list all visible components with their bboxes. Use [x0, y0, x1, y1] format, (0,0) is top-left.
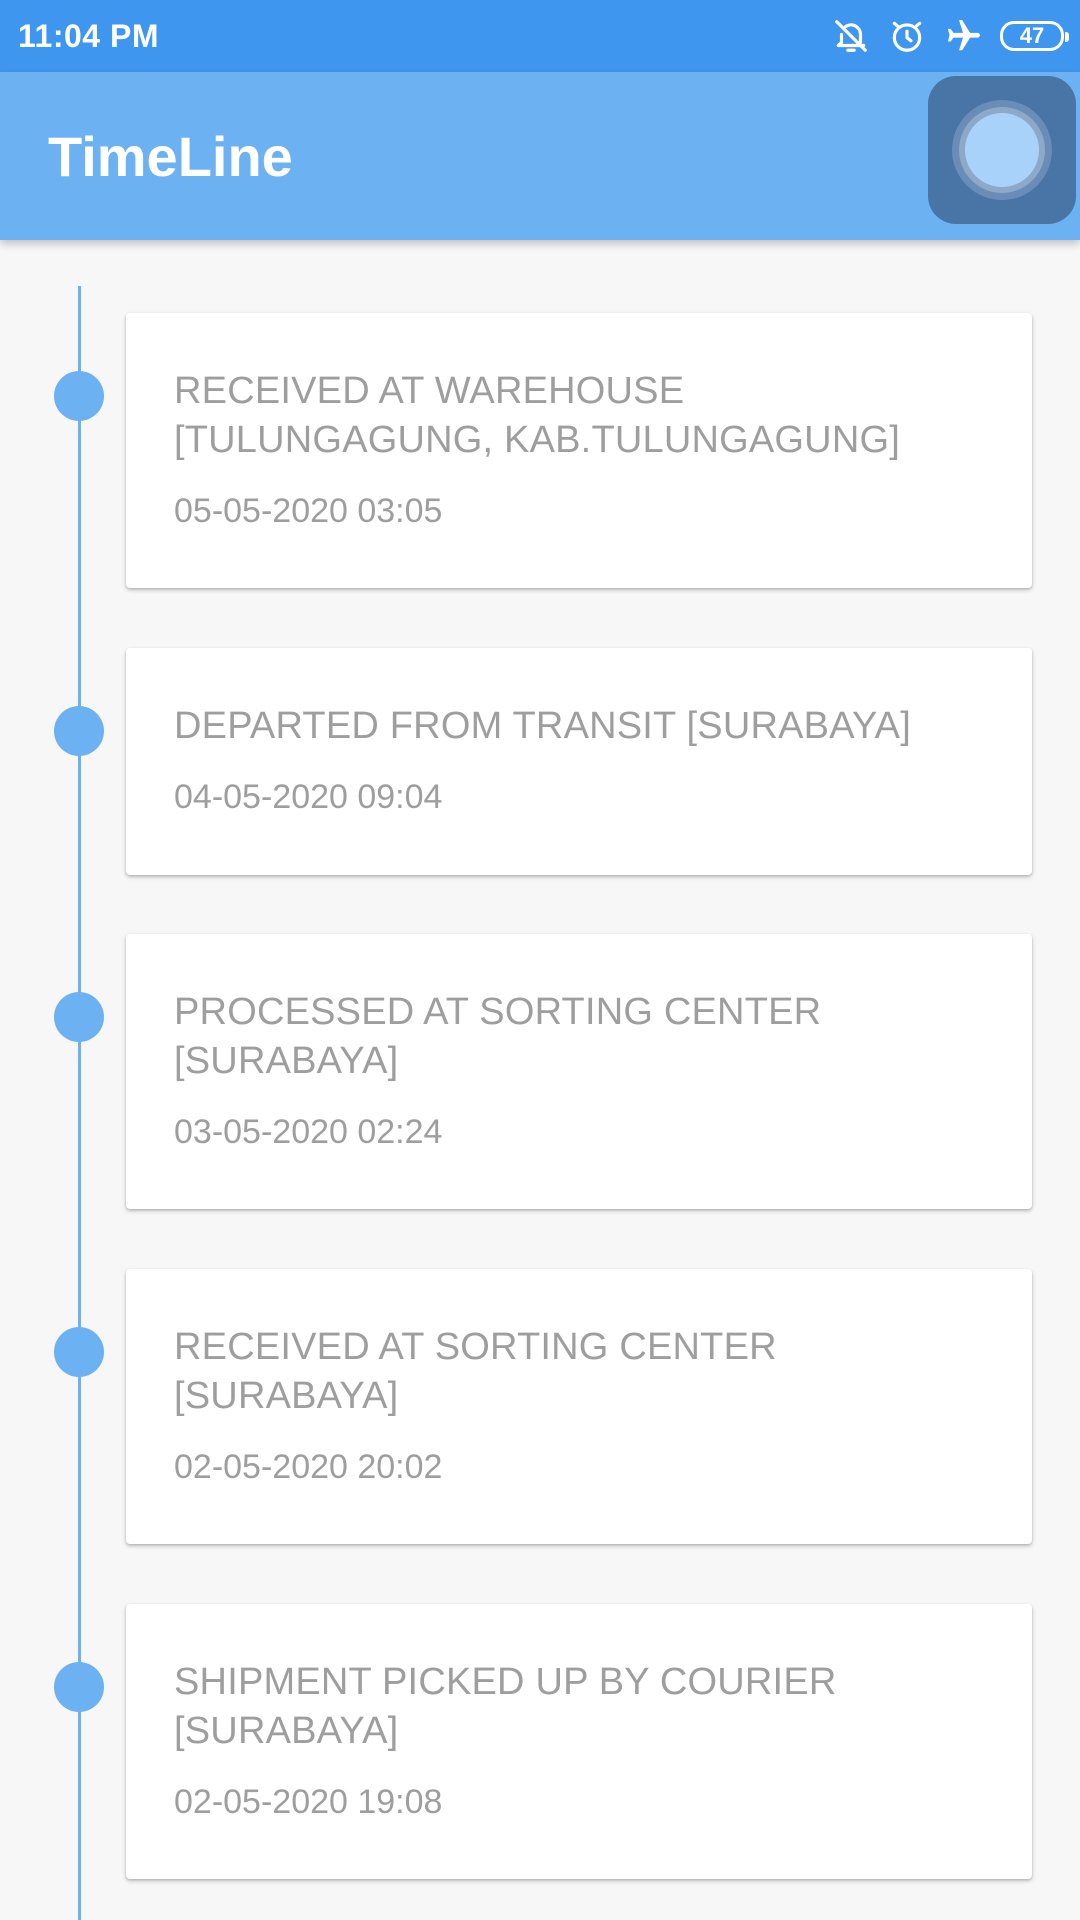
event-title: DEPARTED FROM TRANSIT [SURABAYA]: [174, 705, 911, 747]
app-bar: TimeLine: [0, 72, 1080, 240]
event-title: SHIPMENT PICKED UP BY COURIER [SURABAYA]: [174, 1661, 837, 1752]
timeline-card[interactable]: RECEIVED AT SORTING CENTER [SURABAYA] 02…: [126, 1269, 1032, 1544]
bell-off-icon: [832, 17, 870, 55]
event-date: 03-05-2020 02:24: [174, 1113, 443, 1151]
event-date: 02-05-2020 20:02: [174, 1448, 443, 1486]
timeline-dot-icon: [54, 1662, 104, 1712]
event-title: PROCESSED AT SORTING CENTER [SURABAYA]: [174, 991, 822, 1082]
battery-icon: 47: [1000, 21, 1069, 51]
event-date: 02-05-2020 19:08: [174, 1783, 443, 1821]
status-time: 11:04 PM: [18, 18, 159, 54]
assistive-touch-button[interactable]: [928, 76, 1076, 224]
timeline-dot-icon: [54, 1327, 104, 1377]
assistive-touch-dot-icon: [965, 113, 1039, 187]
event-title: RECEIVED AT SORTING CENTER [SURABAYA]: [174, 1326, 777, 1417]
timeline-dot-icon: [54, 706, 104, 756]
status-icons: 47: [832, 14, 1069, 58]
timeline-card[interactable]: RECEIVED AT WAREHOUSE [TULUNGAGUNG, KAB.…: [126, 313, 1032, 588]
event-title: RECEIVED AT WAREHOUSE [TULUNGAGUNG, KAB.…: [174, 370, 900, 461]
timeline-card[interactable]: SHIPMENT PICKED UP BY COURIER [SURABAYA]…: [126, 1604, 1032, 1879]
battery-level: 47: [1019, 23, 1045, 48]
timeline-dot-icon: [54, 371, 104, 421]
airplane-icon: [944, 17, 982, 55]
alarm-icon: [888, 17, 926, 55]
assistive-touch-ring-icon: [952, 100, 1052, 200]
event-date: 04-05-2020 09:04: [174, 778, 443, 816]
timeline-list[interactable]: RECEIVED AT WAREHOUSE [TULUNGAGUNG, KAB.…: [0, 240, 1080, 1920]
status-bar: 11:04 PM 47: [0, 0, 1080, 72]
page-title: TimeLine: [48, 125, 293, 188]
timeline-dot-icon: [54, 992, 104, 1042]
timeline-card[interactable]: DEPARTED FROM TRANSIT [SURABAYA] 04-05-2…: [126, 648, 1032, 875]
timeline-card[interactable]: PROCESSED AT SORTING CENTER [SURABAYA] 0…: [126, 934, 1032, 1209]
event-date: 05-05-2020 03:05: [174, 492, 443, 530]
